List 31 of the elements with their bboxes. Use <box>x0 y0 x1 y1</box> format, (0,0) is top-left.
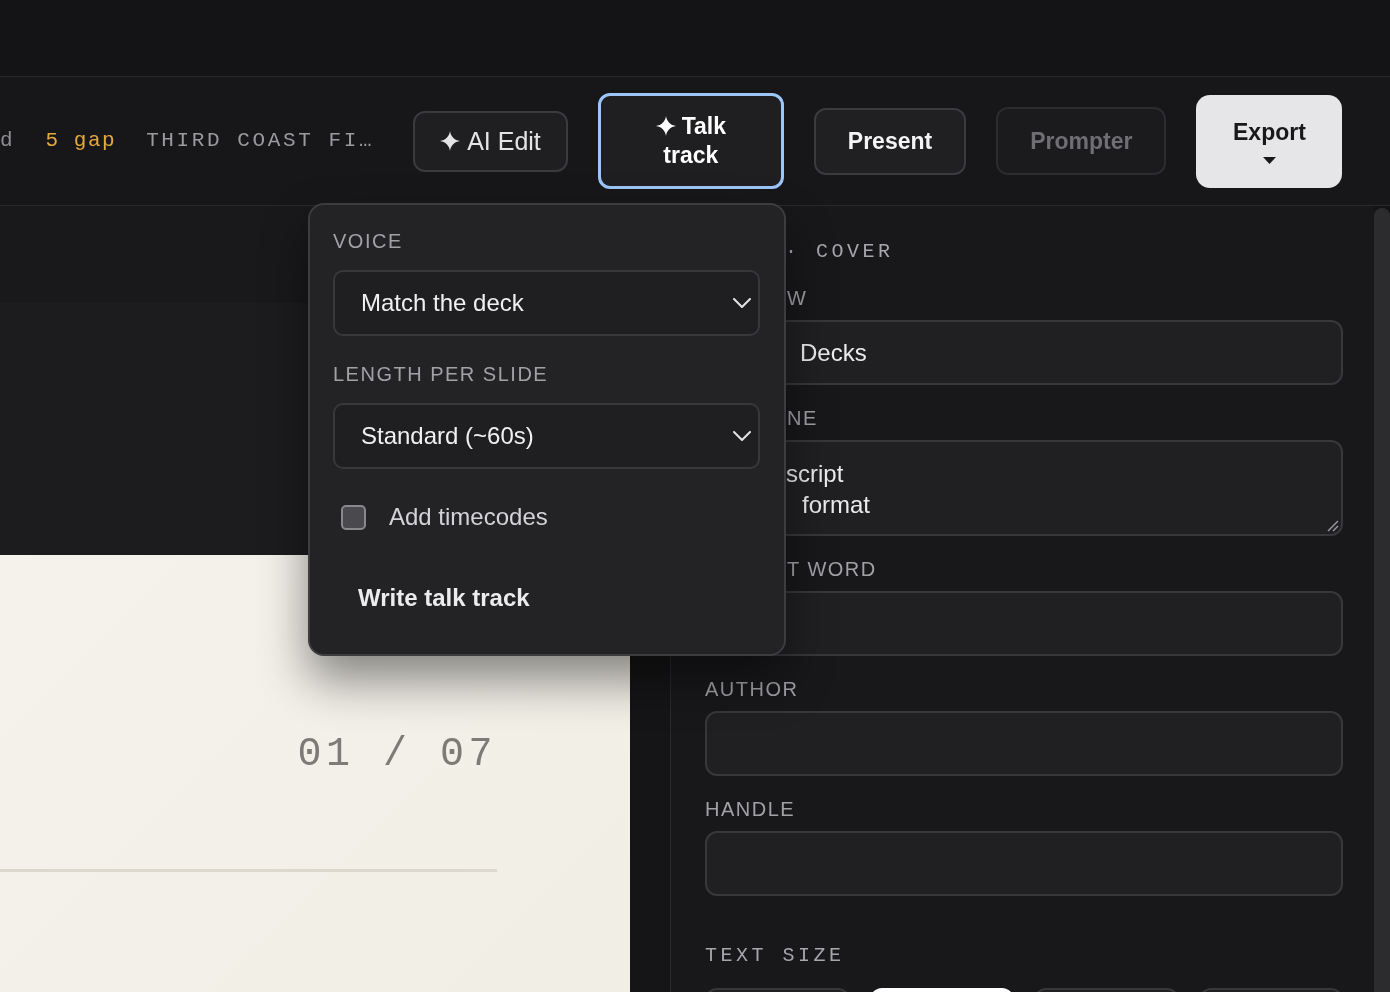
dropdown-select[interactable]: Match the deck <box>333 270 760 336</box>
field-label: AUTHOR <box>705 679 799 699</box>
field-label: W <box>787 288 808 308</box>
field-label: VOICE <box>333 231 403 251</box>
menu-button[interactable]: Export <box>1196 94 1343 188</box>
toolbar-button[interactable]: Present <box>813 107 967 175</box>
section-heading: TEXT SIZE <box>705 945 845 967</box>
write-talk-track-button[interactable]: Write talk track <box>333 576 555 620</box>
field-label: HANDLE <box>705 799 796 819</box>
deck-meta-text: d <box>0 128 16 154</box>
section-heading: · COVER <box>785 240 895 264</box>
dropdown-select[interactable]: Standard (~60s) <box>333 403 760 469</box>
chevron-down-icon <box>733 298 751 308</box>
gap-setting-text: 5 gap <box>45 128 117 154</box>
field-label: NE <box>787 408 818 428</box>
resize-handle-icon <box>1327 520 1339 532</box>
checkbox[interactable] <box>341 504 366 530</box>
field-label: LENGTH PER SLIDE <box>333 364 549 384</box>
text-input-field[interactable] <box>705 711 1343 776</box>
slide-counter: 01 / 07 <box>297 733 497 777</box>
ai-action-button[interactable]: AI Edit <box>413 110 568 172</box>
caret-down-icon <box>1262 157 1276 164</box>
checkbox-label[interactable]: Add timecodes <box>389 499 548 535</box>
field-label: T WORD <box>787 559 877 579</box>
text-input-field[interactable] <box>705 831 1343 896</box>
ai-action-button[interactable]: Talk track <box>597 93 784 189</box>
scrollbar[interactable] <box>1374 208 1390 992</box>
deck-title-text: THIRD COAST FI… <box>146 128 375 154</box>
chevron-down-icon <box>733 431 751 441</box>
sparkle-icon <box>655 116 676 136</box>
sparkle-icon <box>440 131 461 151</box>
